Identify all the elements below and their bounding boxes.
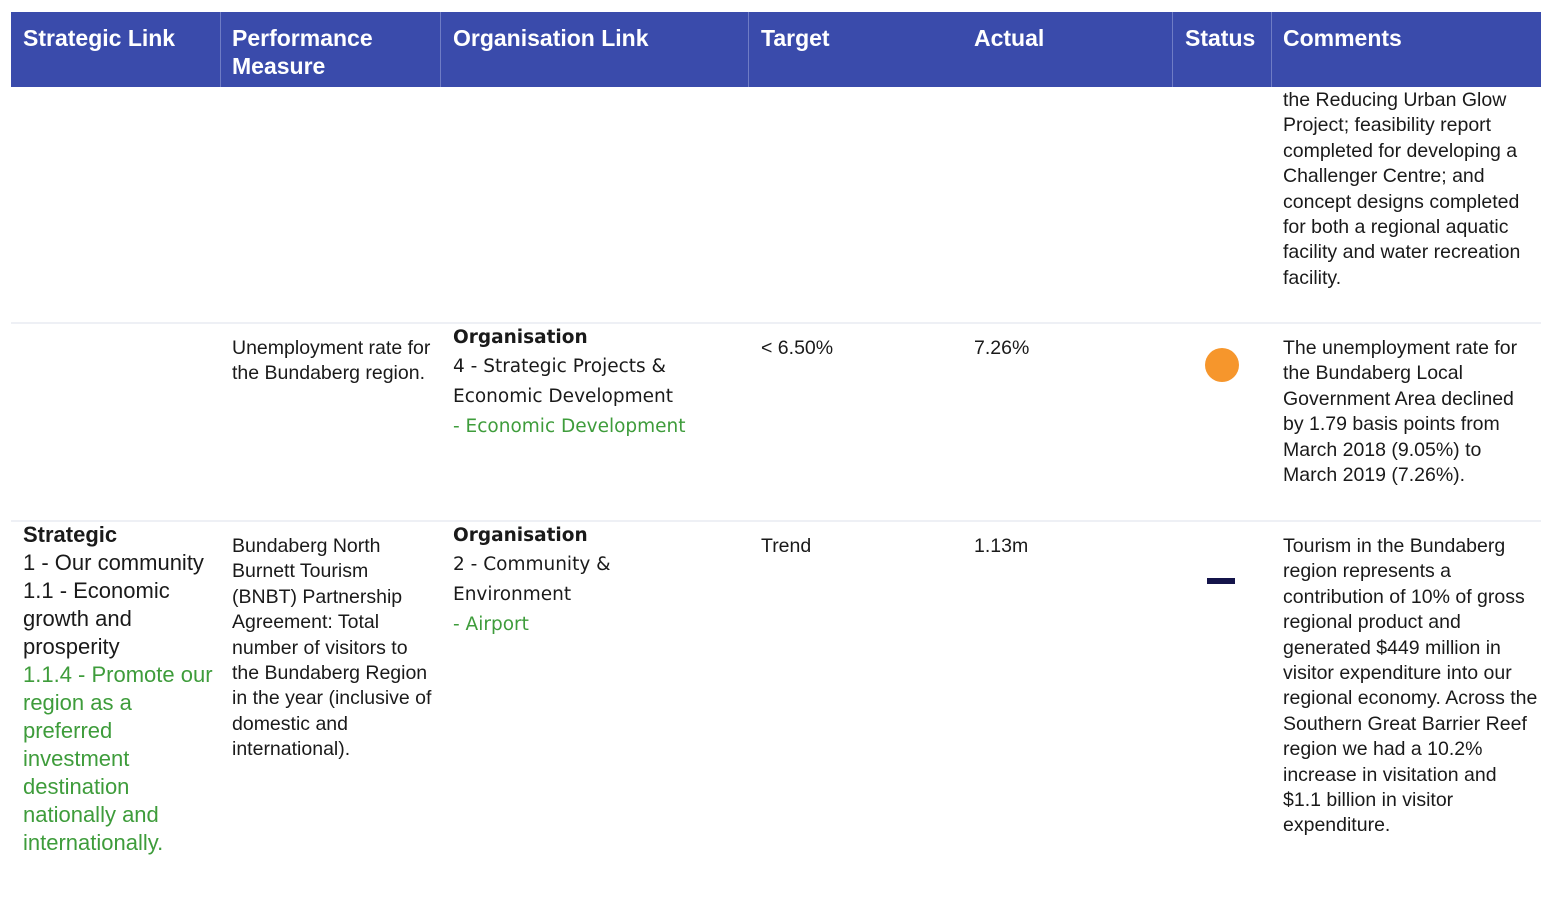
strategic-title: Strategic — [23, 522, 118, 547]
row2-organisation-link: Organisation 4 - Strategic Projects & Ec… — [453, 324, 743, 442]
row2-actual: 7.26% — [974, 337, 1030, 359]
header-target: Target — [761, 25, 830, 51]
org-sublink: - Airport — [453, 614, 529, 635]
dash-icon — [1207, 578, 1235, 584]
header-organisation-link: Organisation Link — [453, 25, 649, 51]
row3-performance-measure: Bundaberg North Burnett Tourism (BNBT) P… — [232, 535, 432, 761]
strategic-line: 1.1 - Economic growth and prosperity — [23, 578, 170, 659]
row2-performance-measure: Unemployment rate for the Bundaberg regi… — [232, 337, 431, 385]
header-divider — [220, 12, 221, 87]
header-actual: Actual — [974, 25, 1045, 51]
header-status: Status — [1185, 25, 1256, 51]
header-comments: Comments — [1283, 25, 1402, 51]
header-strategic-link: Strategic Link — [23, 25, 176, 51]
row3-organisation-link: Organisation 2 - Community & Environment… — [453, 522, 743, 640]
strategic-line: 1 - Our community — [23, 550, 204, 575]
amber-circle-icon — [1205, 348, 1239, 382]
row-divider — [11, 322, 1541, 324]
strategic-sublink: 1.1.4 - Promote our region as a preferre… — [23, 662, 213, 855]
org-sublink: - Economic Development — [453, 416, 686, 437]
row3-strategic-link: Strategic 1 - Our community 1.1 - Econom… — [23, 521, 219, 857]
header-divider — [1271, 12, 1272, 87]
header-divider — [440, 12, 441, 87]
row3-comments: Tourism in the Bundaberg region represen… — [1283, 535, 1538, 837]
org-line: 4 - Strategic Projects & Economic Develo… — [453, 356, 673, 407]
org-line: 2 - Community & Environment — [453, 554, 611, 605]
header-performance-measure: Performance Measure — [232, 25, 373, 79]
row3-target: Trend — [761, 535, 812, 557]
org-title: Organisation — [453, 525, 588, 546]
row2-target: < 6.50% — [761, 337, 834, 359]
header-divider — [748, 12, 749, 87]
table-header: Strategic Link Performance Measure Organ… — [11, 12, 1541, 87]
row3-actual: 1.13m — [974, 535, 1029, 557]
row1-comments: the Reducing Urban Glow Project; feasibi… — [1283, 89, 1521, 289]
org-title: Organisation — [453, 327, 588, 348]
row-divider — [11, 520, 1541, 522]
row2-comments: The unemployment rate for the Bundaberg … — [1283, 337, 1518, 487]
header-divider — [1172, 12, 1173, 87]
